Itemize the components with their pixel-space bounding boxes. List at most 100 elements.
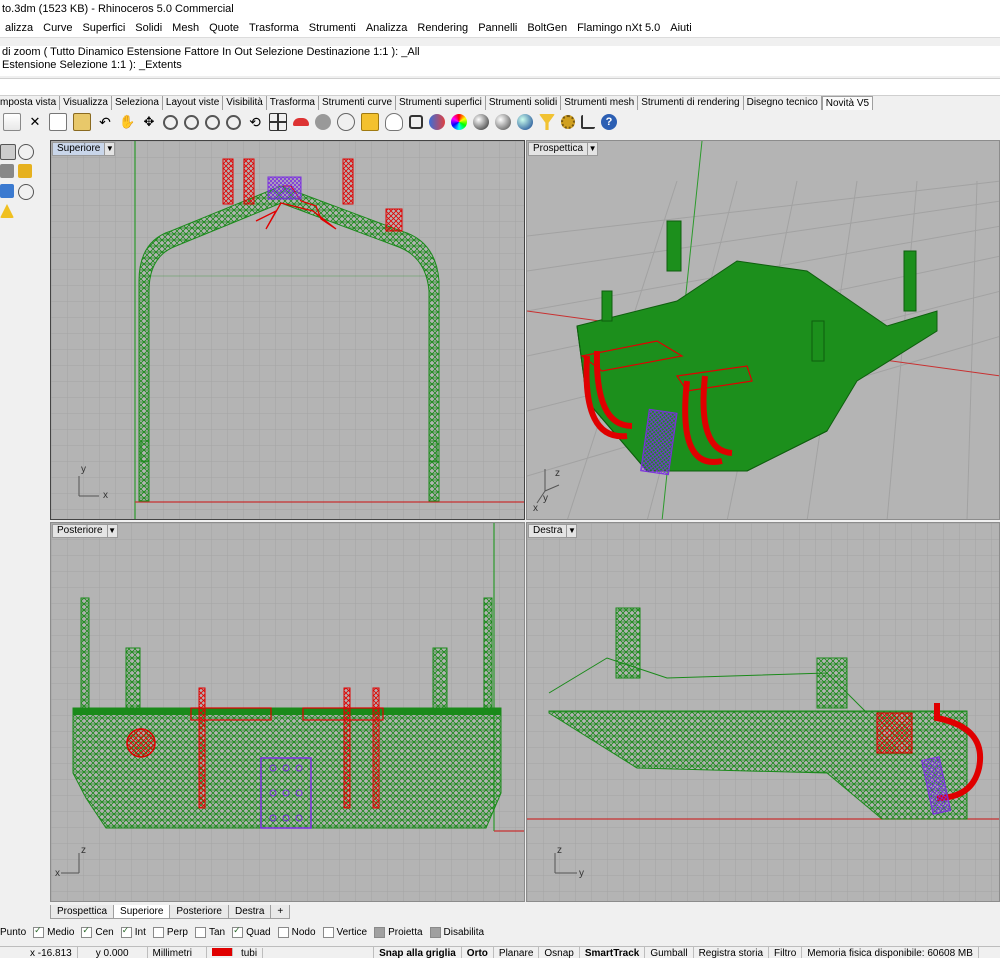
undo-icon[interactable]: ↶	[97, 114, 113, 130]
menu-item-trasforma[interactable]: Trasforma	[244, 22, 304, 34]
copy-icon[interactable]	[49, 113, 67, 131]
tab-imposta-vista[interactable]: mposta vista	[0, 96, 61, 110]
tab-visualizza[interactable]: Visualizza	[60, 96, 112, 110]
bulb-icon[interactable]	[385, 113, 403, 131]
material-icon[interactable]	[429, 114, 445, 130]
tab-seleziona[interactable]: Seleziona	[112, 96, 163, 110]
osnap-disabilita[interactable]: Disabilita	[429, 926, 484, 938]
side-tool-sphere-icon[interactable]	[18, 144, 34, 160]
side-tool-warning-icon[interactable]	[0, 204, 14, 218]
render-preview-icon[interactable]	[495, 114, 511, 130]
status-layer[interactable]: tubi	[207, 947, 375, 958]
status-orto[interactable]: Orto	[462, 947, 494, 958]
tab-disegno-tecnico[interactable]: Disegno tecnico	[744, 96, 822, 110]
menu-item-flamingo[interactable]: Flamingo nXt 5.0	[572, 22, 665, 34]
tab-strumenti-rendering[interactable]: Strumenti di rendering	[638, 96, 744, 110]
menu-item-solidi[interactable]: Solidi	[130, 22, 167, 34]
viewport-right[interactable]: Destra ▼ z y	[526, 522, 1000, 902]
viewport-tab-superiore[interactable]: Superiore	[113, 905, 171, 919]
new-file-icon[interactable]	[3, 113, 21, 131]
status-smarttrack[interactable]: SmartTrack	[580, 947, 646, 958]
menu-item-analizza-partial[interactable]: alizza	[0, 22, 38, 34]
add-viewport-tab-button[interactable]: +	[270, 905, 291, 919]
osnap-vertice[interactable]: Vertice	[322, 926, 367, 938]
options-gear-icon[interactable]	[561, 115, 575, 129]
tab-strumenti-mesh[interactable]: Strumenti mesh	[561, 96, 639, 110]
color-wheel-icon[interactable]	[451, 114, 467, 130]
viewport-menu-arrow-icon[interactable]: ▼	[588, 142, 599, 156]
help-icon[interactable]: ?	[601, 114, 617, 130]
pan-hand-icon[interactable]: ✋	[119, 114, 135, 130]
side-tool-knife-icon[interactable]	[0, 164, 14, 178]
osnap-punto[interactable]: Punto	[0, 927, 26, 938]
dimension-icon[interactable]	[581, 115, 595, 129]
status-snap-grid[interactable]: Snap alla griglia	[374, 947, 462, 958]
osnap-perp[interactable]: Perp	[152, 926, 188, 938]
side-tool-paint-icon[interactable]	[18, 164, 32, 178]
status-planare[interactable]: Planare	[494, 947, 540, 958]
zoom-extents-icon[interactable]	[205, 114, 220, 130]
viewport-label-top[interactable]: Superiore ▼	[52, 142, 116, 156]
viewport-label-right[interactable]: Destra ▼	[528, 524, 578, 538]
menu-item-rendering[interactable]: Rendering	[412, 22, 473, 34]
viewport-top[interactable]: Superiore ▼ y x	[50, 140, 525, 520]
rotate-view-icon[interactable]: ⟲	[247, 114, 263, 130]
osnap-int[interactable]: Int	[120, 925, 146, 938]
viewport-back[interactable]: Posteriore ▼ z x	[50, 522, 525, 902]
viewport-label-back[interactable]: Posteriore ▼	[52, 524, 118, 538]
zoom-window-icon[interactable]	[184, 114, 199, 130]
menu-item-analizza[interactable]: Analizza	[361, 22, 413, 34]
tab-visibilita[interactable]: Visibilità	[223, 96, 267, 110]
viewport-label-perspective[interactable]: Prospettica ▼	[528, 142, 599, 156]
status-registra-storia[interactable]: Registra storia	[694, 947, 770, 958]
menu-item-pannelli[interactable]: Pannelli	[473, 22, 522, 34]
osnap-tan[interactable]: Tan	[195, 926, 225, 938]
checkbox-icon[interactable]	[232, 925, 244, 938]
paste-icon[interactable]	[73, 113, 91, 131]
status-filtro[interactable]: Filtro	[769, 947, 803, 958]
tab-strumenti-superfici[interactable]: Strumenti superfici	[396, 96, 486, 110]
checkbox-icon[interactable]	[374, 926, 386, 938]
checkbox-icon[interactable]	[33, 925, 45, 938]
status-osnap[interactable]: Osnap	[539, 947, 580, 958]
viewport-menu-arrow-icon[interactable]: ▼	[107, 524, 118, 538]
menu-item-curve[interactable]: Curve	[38, 22, 77, 34]
viewport-perspective[interactable]: Prospettica ▼ z y x	[526, 140, 1000, 520]
checkbox-icon[interactable]	[277, 926, 289, 938]
osnap-medio[interactable]: Medio	[33, 925, 74, 938]
car-render-icon[interactable]	[293, 118, 309, 126]
checkbox-icon[interactable]	[81, 925, 93, 938]
checkbox-icon[interactable]	[152, 926, 164, 938]
osnap-quad[interactable]: Quad	[232, 925, 271, 938]
four-viewports-icon[interactable]	[269, 113, 287, 131]
checkbox-icon[interactable]	[195, 926, 206, 938]
light-icon[interactable]	[361, 113, 379, 131]
checkbox-icon[interactable]	[120, 925, 132, 938]
menu-item-superfici[interactable]: Superfici	[77, 22, 130, 34]
command-input[interactable]	[0, 78, 1000, 96]
camera-icon[interactable]	[337, 113, 355, 131]
move-icon[interactable]: ✥	[141, 114, 157, 130]
side-tool-box-icon[interactable]	[0, 144, 16, 160]
zoom-icon[interactable]	[163, 114, 178, 130]
osnap-nodo[interactable]: Nodo	[277, 926, 316, 938]
tab-layout-viste[interactable]: Layout viste	[163, 96, 224, 110]
menu-item-aiuti[interactable]: Aiuti	[665, 22, 696, 34]
lock-icon[interactable]	[409, 115, 423, 129]
side-tool-split-icon[interactable]	[0, 184, 14, 198]
side-tool-boolean-icon[interactable]	[18, 184, 34, 200]
menu-item-boltgen[interactable]: BoltGen	[522, 22, 572, 34]
viewport-tab-prospettica[interactable]: Prospettica	[50, 905, 115, 919]
filter-icon[interactable]	[539, 114, 555, 130]
checkbox-icon[interactable]	[322, 926, 334, 938]
viewport-menu-arrow-icon[interactable]: ▼	[567, 524, 578, 538]
status-units[interactable]: Millimetri	[148, 947, 207, 958]
ghosted-view-icon[interactable]	[315, 114, 331, 130]
zoom-selected-icon[interactable]	[226, 114, 241, 130]
cut-icon[interactable]: ✕	[27, 114, 43, 130]
tab-trasforma[interactable]: Trasforma	[267, 96, 319, 110]
menu-item-strumenti[interactable]: Strumenti	[304, 22, 361, 34]
viewport-tab-destra[interactable]: Destra	[227, 905, 272, 919]
osnap-proietta[interactable]: Proietta	[374, 926, 423, 938]
menu-item-quote[interactable]: Quote	[204, 22, 244, 34]
